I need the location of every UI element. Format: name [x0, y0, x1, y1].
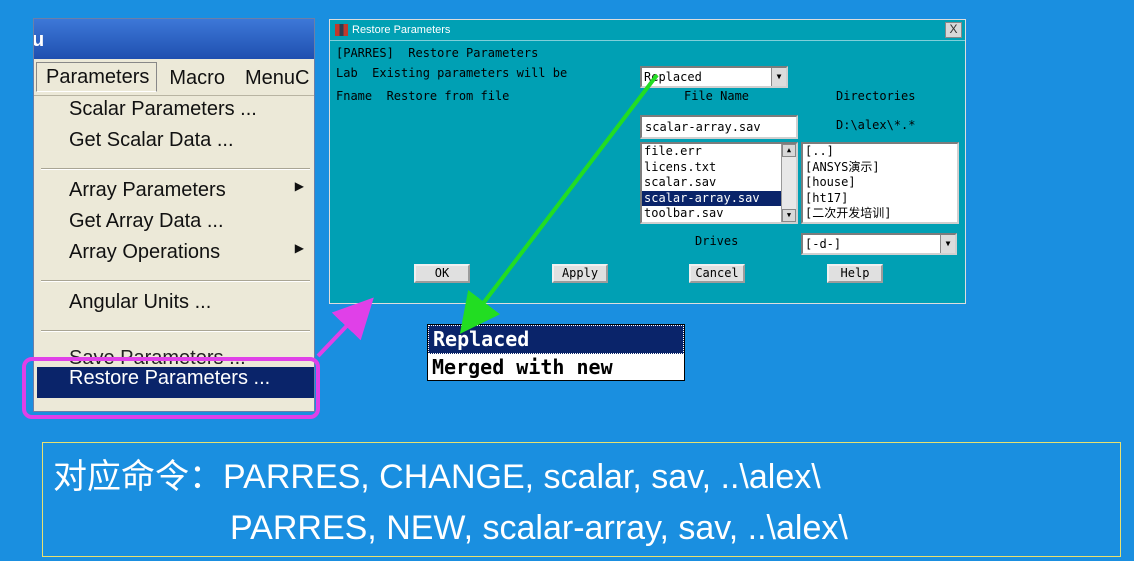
green-arrow	[459, 73, 659, 334]
command-line-1: 对应命令：PARRES, CHANGE, scalar, sav, ..\ale…	[53, 458, 821, 496]
pink-arrow	[316, 297, 374, 358]
command-box: 对应命令：PARRES, CHANGE, scalar, sav, ..\ale…	[42, 442, 1121, 557]
command-line-2: PARRES, NEW, scalar-array, sav, ..\alex\	[230, 509, 848, 547]
